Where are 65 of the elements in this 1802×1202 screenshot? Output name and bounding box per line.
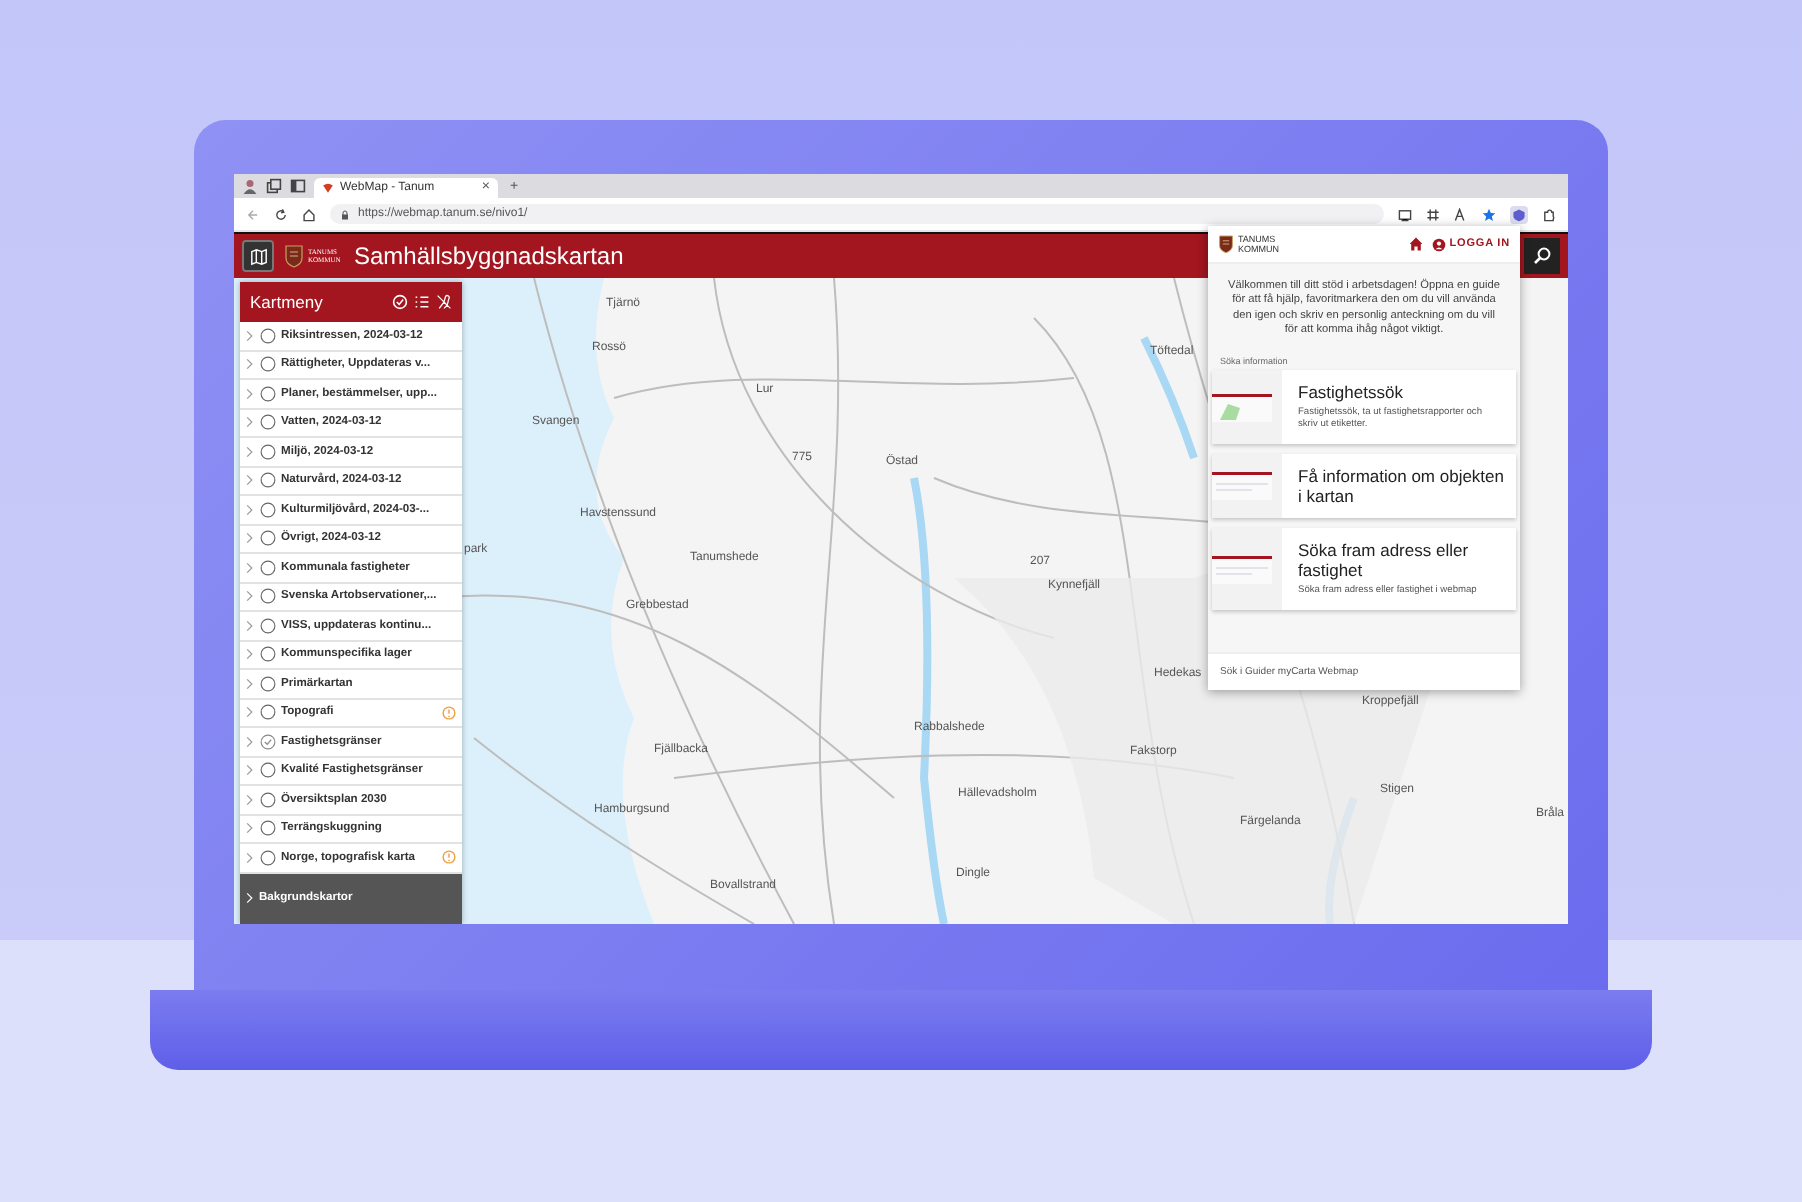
lock-icon bbox=[340, 209, 350, 219]
card-title: Fastighetssök bbox=[1298, 382, 1405, 403]
extension-icon[interactable] bbox=[1510, 205, 1528, 223]
layer-toggle[interactable] bbox=[259, 559, 275, 576]
layer-toggle[interactable] bbox=[259, 356, 275, 373]
grid-icon[interactable] bbox=[1426, 207, 1440, 221]
chevron-icon[interactable] bbox=[246, 387, 253, 400]
chevron-icon bbox=[246, 892, 253, 905]
map-icon bbox=[249, 247, 267, 265]
chevron-icon[interactable] bbox=[246, 503, 253, 516]
chevron-icon[interactable] bbox=[246, 561, 253, 574]
map-menu-button[interactable] bbox=[242, 240, 274, 272]
chevron-icon[interactable] bbox=[246, 851, 253, 864]
collections-icon[interactable] bbox=[266, 178, 282, 194]
search-button[interactable] bbox=[1524, 238, 1560, 274]
layer-toggle[interactable] bbox=[259, 646, 275, 663]
layer-toggle[interactable] bbox=[259, 385, 275, 402]
layer-toggle[interactable] bbox=[259, 501, 275, 518]
layer-toggle[interactable] bbox=[259, 530, 275, 547]
favorite-star-icon[interactable] bbox=[1482, 207, 1496, 221]
layer-toggle[interactable] bbox=[259, 762, 275, 779]
layer-toggle[interactable] bbox=[259, 327, 275, 344]
layer-toggle[interactable] bbox=[259, 472, 275, 489]
chevron-icon[interactable] bbox=[246, 822, 253, 835]
reload-icon[interactable] bbox=[274, 207, 288, 221]
user-icon bbox=[1431, 237, 1446, 251]
chevron-icon[interactable] bbox=[246, 706, 253, 719]
home-icon[interactable] bbox=[302, 207, 316, 221]
municipality-crest-icon bbox=[1218, 234, 1234, 254]
home-icon[interactable] bbox=[1407, 236, 1424, 252]
municipality-crest-icon bbox=[284, 244, 304, 268]
search-icon bbox=[1532, 246, 1552, 266]
chevron-icon[interactable] bbox=[246, 532, 253, 545]
chevron-icon[interactable] bbox=[246, 764, 253, 777]
chevron-icon[interactable] bbox=[246, 474, 253, 487]
chevron-icon[interactable] bbox=[246, 619, 253, 632]
check-circle-icon[interactable] bbox=[392, 294, 408, 310]
card-title: Få information om objekten i kartan bbox=[1298, 466, 1504, 507]
layer-toggle[interactable] bbox=[259, 849, 275, 866]
list-icon[interactable] bbox=[414, 294, 430, 310]
chevron-icon[interactable] bbox=[246, 590, 253, 603]
layer-toggle[interactable] bbox=[259, 617, 275, 634]
tabs-sidebar-icon[interactable] bbox=[290, 178, 306, 194]
layer-toggle[interactable] bbox=[259, 675, 275, 692]
layer-toggle[interactable] bbox=[259, 733, 275, 750]
chevron-icon[interactable] bbox=[246, 793, 253, 806]
app-title: Samhällsbyggnadskartan bbox=[354, 242, 624, 270]
layer-toggle[interactable] bbox=[259, 791, 275, 808]
layer-toggle[interactable] bbox=[259, 588, 275, 605]
layer-toggle[interactable] bbox=[259, 414, 275, 431]
layer-toggle[interactable] bbox=[259, 443, 275, 460]
chevron-icon[interactable] bbox=[246, 416, 253, 429]
chevron-icon[interactable] bbox=[246, 648, 253, 661]
chevron-icon[interactable] bbox=[246, 677, 253, 690]
chevron-icon[interactable] bbox=[246, 445, 253, 458]
card-title: Söka fram adress eller fastighet bbox=[1298, 540, 1471, 581]
profile-icon[interactable] bbox=[242, 178, 258, 194]
menu-title: Kartmeny bbox=[250, 292, 325, 312]
guide-card[interactable]: Få information om objekten i kartan bbox=[1212, 454, 1516, 519]
layer-toggle[interactable] bbox=[259, 820, 275, 837]
layer-toggle[interactable] bbox=[259, 704, 275, 721]
chevron-icon[interactable] bbox=[246, 735, 253, 748]
chevron-icon[interactable] bbox=[246, 358, 253, 371]
favicon-icon bbox=[322, 182, 334, 194]
chevron-icon[interactable] bbox=[246, 329, 253, 342]
